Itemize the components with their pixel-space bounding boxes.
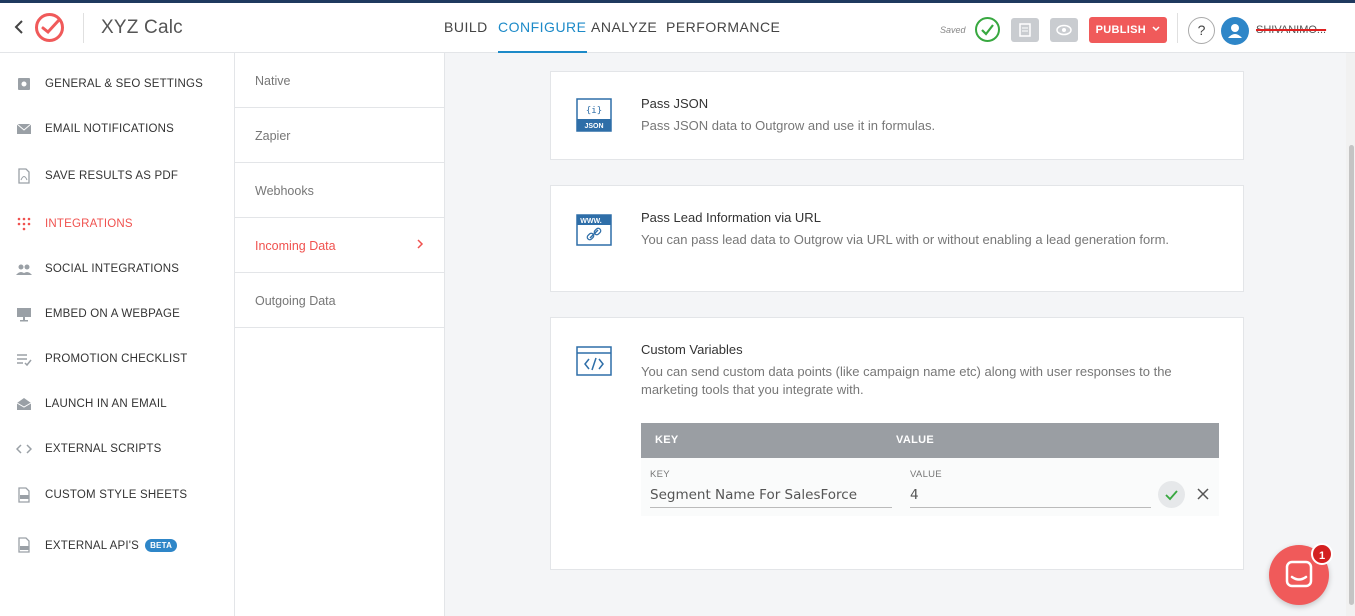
sidebar-item-external-apis[interactable]: EXTERNAL API'S BETA: [0, 530, 234, 560]
card-description: You can send custom data points (like ca…: [641, 364, 1172, 397]
sidebar-item-label: EXTERNAL API'S BETA: [45, 539, 178, 552]
nav-analyze[interactable]: ANALYZE: [591, 3, 657, 53]
pass-lead-url-card[interactable]: WWW. Pass Lead Information via URL You c…: [550, 185, 1244, 292]
sidebar-item-integrations[interactable]: INTEGRATIONS: [0, 209, 234, 239]
preview-button[interactable]: [1050, 18, 1078, 42]
subnav-item-incoming-data[interactable]: Incoming Data: [235, 218, 444, 273]
code-icon: [15, 441, 33, 457]
sidebar-item-external-scripts[interactable]: EXTERNAL SCRIPTS: [0, 434, 234, 464]
css-file-icon: [16, 487, 32, 503]
sidebar-item-label: CUSTOM STYLE SHEETS: [45, 489, 188, 501]
divider: [83, 13, 84, 43]
sidebar-item-label: PROMOTION CHECKLIST: [45, 353, 188, 365]
card-description: You can pass lead data to Outgrow via UR…: [641, 232, 1170, 247]
sidebar-item-label: GENERAL & SEO SETTINGS: [45, 78, 203, 90]
beta-badge: BETA: [145, 539, 178, 552]
card-description: Pass JSON data to Outgrow and use it in …: [641, 118, 936, 133]
sidebar-item-launch-email[interactable]: LAUNCH IN AN EMAIL: [0, 389, 234, 419]
sidebar-item-label: SOCIAL INTEGRATIONS: [45, 263, 180, 275]
table-header: KEY VALUE: [641, 423, 1219, 458]
sidebar-item-label-text: EXTERNAL API'S: [45, 540, 140, 552]
settings-icon: [16, 76, 32, 92]
sidebar-item-email-notifications[interactable]: EMAIL NOTIFICATIONS: [0, 114, 234, 144]
key-input[interactable]: Segment Name For SalesForce: [650, 484, 892, 508]
subnav-item-label: Native: [255, 74, 291, 88]
sidebar-item-general-seo[interactable]: GENERAL & SEO SETTINGS: [0, 69, 234, 99]
checklist-icon: [16, 351, 32, 367]
api-file-icon: [16, 537, 32, 553]
svg-text:{i}: {i}: [586, 106, 602, 116]
divider: [1177, 13, 1178, 43]
scrollbar-thumb[interactable]: [1349, 145, 1354, 605]
card-title: Custom Variables: [641, 342, 743, 357]
publish-label: PUBLISH: [1095, 24, 1147, 36]
subnav-item-label: Incoming Data: [255, 239, 336, 253]
notification-badge: 1: [1311, 543, 1333, 565]
app-title: XYZ Calc: [101, 17, 183, 38]
confirm-button[interactable]: [1158, 481, 1185, 508]
sidebar-item-label: EMBED ON A WEBPAGE: [45, 308, 181, 320]
sidebar-item-save-pdf[interactable]: SAVE RESULTS AS PDF: [0, 161, 234, 191]
pdf-icon: [16, 168, 32, 184]
publish-button[interactable]: PUBLISH: [1089, 17, 1167, 43]
sidebar-item-label: SAVE RESULTS AS PDF: [45, 170, 179, 182]
nav-configure[interactable]: CONFIGURE: [498, 3, 587, 53]
json-icon: {i} JSON: [576, 98, 612, 132]
sidebar-item-social-integrations[interactable]: SOCIAL INTEGRATIONS: [0, 254, 234, 284]
key-column-header: KEY: [655, 434, 679, 446]
subnav-item-webhooks[interactable]: Webhooks: [235, 163, 444, 218]
integrations-icon: [16, 216, 32, 232]
pass-json-card[interactable]: {i} JSON Pass JSON Pass JSON data to Out…: [550, 71, 1244, 160]
monitor-icon: [16, 306, 32, 322]
subnav-item-label: Webhooks: [255, 184, 314, 198]
custom-variables-card: Custom Variables You can send custom dat…: [550, 317, 1244, 570]
back-arrow-icon[interactable]: [10, 17, 30, 37]
sidebar-item-custom-style-sheets[interactable]: CUSTOM STYLE SHEETS: [0, 480, 234, 510]
integrations-subnav: Native Zapier Webhooks Incoming Data Out…: [235, 53, 445, 616]
subnav-item-label: Outgoing Data: [255, 294, 336, 308]
chevron-right-icon: [416, 237, 424, 252]
nav-build[interactable]: BUILD: [444, 3, 488, 53]
card-title: Pass JSON: [641, 96, 709, 111]
custom-variables-table: KEY VALUE KEY Segment Name For SalesForc…: [641, 423, 1219, 516]
top-bar: XYZ Calc BUILD CONFIGURE ANALYZE PERFORM…: [0, 0, 1355, 53]
www-link-icon: WWW.: [576, 214, 612, 248]
subnav-item-zapier[interactable]: Zapier: [235, 108, 444, 163]
subnav-item-label: Zapier: [255, 129, 291, 143]
saved-check-icon: [975, 17, 1000, 42]
close-icon[interactable]: [1194, 485, 1212, 503]
sidebar-item-promotion-checklist[interactable]: PROMOTION CHECKLIST: [0, 344, 234, 374]
subnav-item-outgoing-data[interactable]: Outgoing Data: [235, 273, 444, 328]
key-field-label: KEY: [650, 469, 670, 480]
templates-button[interactable]: [1011, 18, 1039, 42]
code-window-icon: [576, 346, 612, 380]
chevron-down-icon: [1152, 26, 1160, 32]
sidebar-item-label: INTEGRATIONS: [45, 218, 133, 230]
sidebar-item-label: LAUNCH IN AN EMAIL: [45, 398, 167, 410]
check-icon: [1165, 490, 1178, 501]
envelope-icon: [16, 121, 32, 137]
value-input[interactable]: 4: [910, 484, 1151, 508]
sidebar-item-label: EMAIL NOTIFICATIONS: [45, 123, 175, 135]
table-row: KEY Segment Name For SalesForce VALUE 4: [641, 458, 1219, 516]
help-button[interactable]: ?: [1188, 17, 1215, 44]
www-icon-label: WWW.: [580, 218, 601, 225]
app-logo-icon[interactable]: [33, 11, 66, 44]
json-icon-label: JSON: [584, 123, 603, 130]
card-title: Pass Lead Information via URL: [641, 210, 821, 225]
open-mail-icon: [16, 396, 32, 412]
saved-status: Saved: [940, 25, 966, 35]
avatar[interactable]: [1221, 17, 1249, 45]
username[interactable]: SHIVANIMO...: [1256, 24, 1326, 36]
sidebar-item-embed[interactable]: EMBED ON A WEBPAGE: [0, 299, 234, 329]
users-icon: [16, 261, 32, 277]
value-field-label: VALUE: [910, 469, 942, 480]
value-column-header: VALUE: [896, 434, 934, 446]
subnav-item-native[interactable]: Native: [235, 53, 444, 108]
nav-performance[interactable]: PERFORMANCE: [666, 3, 780, 53]
settings-sidebar: GENERAL & SEO SETTINGS EMAIL NOTIFICATIO…: [0, 53, 235, 616]
sidebar-item-label: EXTERNAL SCRIPTS: [45, 443, 162, 455]
